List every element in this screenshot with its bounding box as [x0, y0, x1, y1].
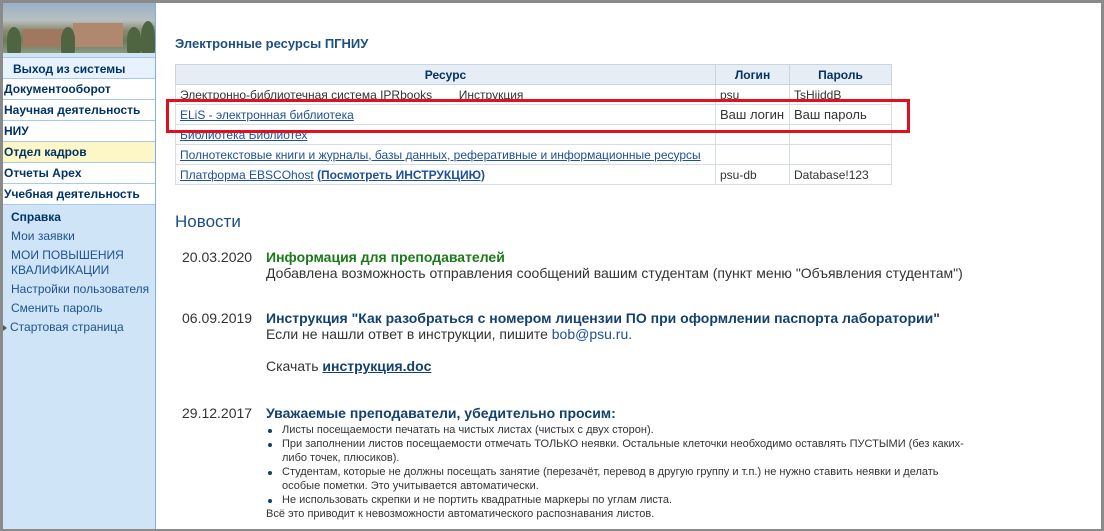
arrow-right-icon [3, 324, 7, 331]
table-row: Полнотекстовые книги и журналы, базы дан… [175, 144, 892, 165]
news-item: 20.03.2020 Информация для преподавателей… [182, 249, 972, 299]
resources-title: Электронные ресурсы ПГНИУ [175, 36, 369, 51]
start-page-label: Стартовая страница [10, 320, 124, 334]
sidebar-link-change-password[interactable]: Сменить пароль [3, 299, 155, 318]
list-item: Студентам, которые не должны посещать за… [266, 465, 966, 493]
sidebar-link-qualifications[interactable]: МОИ ПОВЫШЕНИЯ КВАЛИФИКАЦИИ [3, 246, 155, 280]
news-heading: Информация для преподавателей [266, 249, 505, 265]
news-date: 06.09.2019 [182, 310, 253, 326]
resource-cell: Платформа EBSCOhost (Посмотреть ИНСТРУКЦ… [175, 164, 716, 185]
news-item: 06.09.2019 Инструкция "Как разобраться с… [182, 310, 972, 398]
download-link[interactable]: инструкция.doc [322, 358, 431, 374]
sidebar: Выход из системы Документооборот Научная… [3, 3, 156, 529]
sidebar-item-research[interactable]: Научная деятельность [3, 100, 155, 121]
login-cell [715, 144, 790, 165]
resource-link[interactable]: Платформа EBSCOhost [180, 168, 314, 182]
header-password: Пароль [789, 64, 892, 85]
download-row: Скачать инструкция.doc [266, 358, 966, 374]
table-header-row: Ресурс Логин Пароль [175, 64, 892, 85]
sidebar-item-hr[interactable]: Отдел кадров [3, 142, 155, 163]
sidebar-link-help[interactable]: Справка [3, 208, 155, 227]
news-heading: Уважаемые преподаватели, убедительно про… [266, 405, 616, 421]
rules-list: Листы посещаемости печатать на чистых ли… [266, 423, 966, 507]
password-cell: Database!123 [789, 164, 892, 185]
sidebar-item-education[interactable]: Учебная деятельность [3, 184, 155, 205]
resource-cell: Полнотекстовые книги и журналы, базы дан… [175, 144, 716, 165]
header-resource: Ресурс [175, 64, 716, 85]
list-item: При заполнении листов посещаемости отмеч… [266, 437, 966, 465]
table-row: Платформа EBSCOhost (Посмотреть ИНСТРУКЦ… [175, 164, 892, 185]
sidebar-link-start-page[interactable]: Стартовая страница [3, 318, 155, 337]
news-date: 29.12.2017 [182, 405, 253, 421]
news-footer: Всё это приводит к невозможности автомат… [266, 508, 655, 520]
list-item: Не использовать скрепки и не портить ква… [266, 493, 966, 507]
password-cell [789, 144, 892, 165]
sidebar-link-my-requests[interactable]: Мои заявки [3, 227, 155, 246]
sidebar-item-documents[interactable]: Документооборот [3, 79, 155, 100]
news-heading: Инструкция "Как разобраться с номером ли… [266, 310, 940, 326]
header-login: Логин [715, 64, 790, 85]
sidebar-item-niu[interactable]: НИУ [3, 121, 155, 142]
email-link[interactable]: bob@psu.ru [552, 326, 628, 342]
login-cell: psu-db [715, 164, 790, 185]
news-text-body: Если не нашли ответ в инструкции, пишите [266, 326, 548, 342]
news-text: Если не нашли ответ в инструкции, пишите… [266, 326, 633, 342]
news-date: 20.03.2020 [182, 249, 253, 265]
campus-banner-image [3, 3, 155, 53]
news-item: 29.12.2017 Уважаемые преподаватели, убед… [182, 405, 972, 529]
news-title: Новости [175, 212, 241, 231]
browser-page: Выход из системы Документооборот Научная… [3, 3, 1101, 529]
sidebar-link-user-settings[interactable]: Настройки пользователя [3, 280, 155, 299]
resource-link[interactable]: Полнотекстовые книги и журналы, базы дан… [180, 148, 701, 162]
download-label: Скачать [266, 358, 319, 374]
logout-link[interactable]: Выход из системы [3, 57, 155, 79]
resource-instruction-link[interactable]: (Посмотреть ИНСТРУКЦИЮ) [317, 168, 485, 182]
news-text: Добавлена возможность отправления сообще… [266, 265, 963, 281]
highlight-box [166, 99, 910, 133]
list-item: Листы посещаемости печатать на чистых ли… [266, 423, 966, 437]
sidebar-item-apex-reports[interactable]: Отчеты Apex [3, 163, 155, 184]
